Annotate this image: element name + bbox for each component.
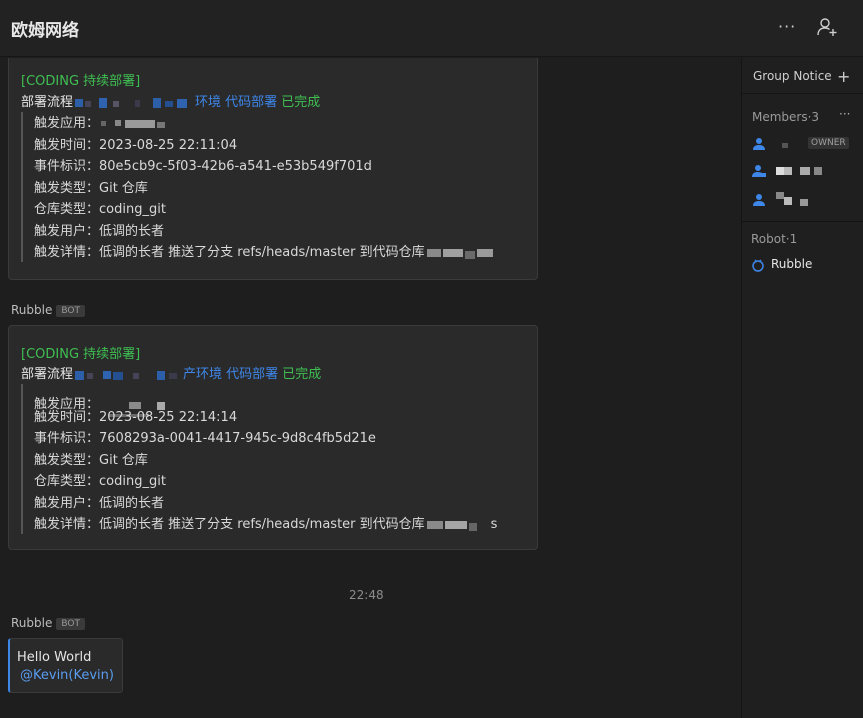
deploy-details: 触发应用： 触发时间：2023-08-25 22:11:04 事件标识：80e5… xyxy=(21,112,531,262)
deploy-card: [CODING 持续部署] 部署流程 产环境 代码部署 已完成 触发应用： 触发 xyxy=(8,325,538,550)
user-mention[interactable]: @Kevin(Kevin) xyxy=(20,668,114,683)
detail-row-time: 触发时间：2023-08-25 22:14:14 xyxy=(34,410,238,425)
flow-environment: 环境 代码部署 xyxy=(195,95,278,110)
owner-badge: OWNER xyxy=(808,137,849,149)
group-sidebar: Group Notice + Members·3 ··· OWNER Robot… xyxy=(741,58,863,718)
redacted-pixels xyxy=(776,166,826,178)
redacted-pixels xyxy=(425,247,501,259)
deploy-flow-line: 部署流程 产环境 代码部署 已完成 xyxy=(21,363,321,382)
member-item[interactable]: OWNER xyxy=(742,135,863,155)
robot-name[interactable]: Rubble xyxy=(771,257,812,271)
message-text: Hello World xyxy=(17,650,92,665)
flow-environment: 产环境 代码部署 xyxy=(183,367,279,382)
members-label: Members·3 xyxy=(752,110,820,124)
detail-row-trigger-type: 触发类型：Git 仓库 xyxy=(34,453,148,468)
redacted-pixels xyxy=(99,118,179,130)
message-list[interactable]: [CODING 持续部署] 部署流程 环境 代码部署 已完成 触发应用： 触发时… xyxy=(0,58,741,718)
add-member-icon[interactable] xyxy=(816,16,838,38)
redacted-pixels xyxy=(776,192,816,206)
detail-row-time: 触发时间：2023-08-25 22:11:04 xyxy=(34,138,238,153)
detail-row-event-id: 事件标识：80e5cb9c-5f03-42b6-a541-e53b549f701… xyxy=(34,159,372,174)
redacted-pixels xyxy=(73,97,195,109)
detail-row-trigger-type: 触发类型：Git 仓库 xyxy=(34,181,148,196)
robot-label: Robot·1 xyxy=(751,232,798,246)
member-item[interactable] xyxy=(742,162,863,182)
redacted-pixels xyxy=(73,369,183,381)
robot-item[interactable]: Rubble xyxy=(742,255,863,275)
deploy-details: 触发应用： 触发时间：2023-08-25 22:14:14 事件标识：7608… xyxy=(21,384,531,534)
detail-row-event-id: 事件标识：7608293a-0041-4417-945c-9d8c4fb5d21… xyxy=(34,431,376,446)
deploy-flow-line: 部署流程 环境 代码部署 已完成 xyxy=(21,91,320,110)
card-title: [CODING 持续部署] xyxy=(21,347,141,362)
flow-status: 已完成 xyxy=(281,95,321,110)
redacted-pixels xyxy=(776,140,796,152)
members-more-icon[interactable]: ··· xyxy=(839,107,850,121)
sender-name: Rubble BOT xyxy=(11,616,85,630)
member-item[interactable] xyxy=(742,191,863,211)
user-icon xyxy=(753,138,765,150)
time-separator: 22:48 xyxy=(349,588,384,602)
sender-name: Rubble BOT xyxy=(11,303,85,317)
card-title: [CODING 持续部署] xyxy=(21,74,141,89)
flow-prefix: 部署流程 xyxy=(21,95,74,110)
detail-row-details: 触发详情：低调的长者 推送了分支 refs/heads/master 到代码仓库… xyxy=(34,517,498,532)
detail-row-user: 触发用户：低调的长者 xyxy=(34,496,165,511)
flow-status: 已完成 xyxy=(282,367,322,382)
add-notice-icon[interactable]: + xyxy=(837,67,850,86)
user-icon xyxy=(753,194,765,206)
detail-row-repo-type: 仓库类型：coding_git xyxy=(34,474,166,489)
message-bubble: Hello World @Kevin(Kevin) xyxy=(8,638,123,693)
flow-prefix: 部署流程 xyxy=(21,367,74,382)
bot-badge: BOT xyxy=(56,305,85,317)
group-notice-label[interactable]: Group Notice xyxy=(753,69,832,83)
sidebar-divider xyxy=(742,221,863,222)
more-options-icon[interactable]: ··· xyxy=(778,18,800,36)
robot-icon xyxy=(752,259,764,272)
detail-row-app: 触发应用： xyxy=(34,112,179,131)
redacted-pixels xyxy=(425,519,491,531)
user-admin-icon xyxy=(752,165,766,177)
deploy-card: [CODING 持续部署] 部署流程 环境 代码部署 已完成 触发应用： 触发时… xyxy=(8,58,538,280)
chat-header: 欧姆网络 ··· xyxy=(0,0,863,57)
bot-badge: BOT xyxy=(56,618,85,630)
detail-row-details: 触发详情：低调的长者 推送了分支 refs/heads/master 到代码仓库 xyxy=(34,241,501,260)
detail-row-repo-type: 仓库类型：coding_git xyxy=(34,202,166,217)
group-notice-row[interactable]: Group Notice + xyxy=(742,58,863,94)
detail-row-user: 触发用户：低调的长者 xyxy=(34,224,165,239)
group-title: 欧姆网络 xyxy=(11,21,79,41)
